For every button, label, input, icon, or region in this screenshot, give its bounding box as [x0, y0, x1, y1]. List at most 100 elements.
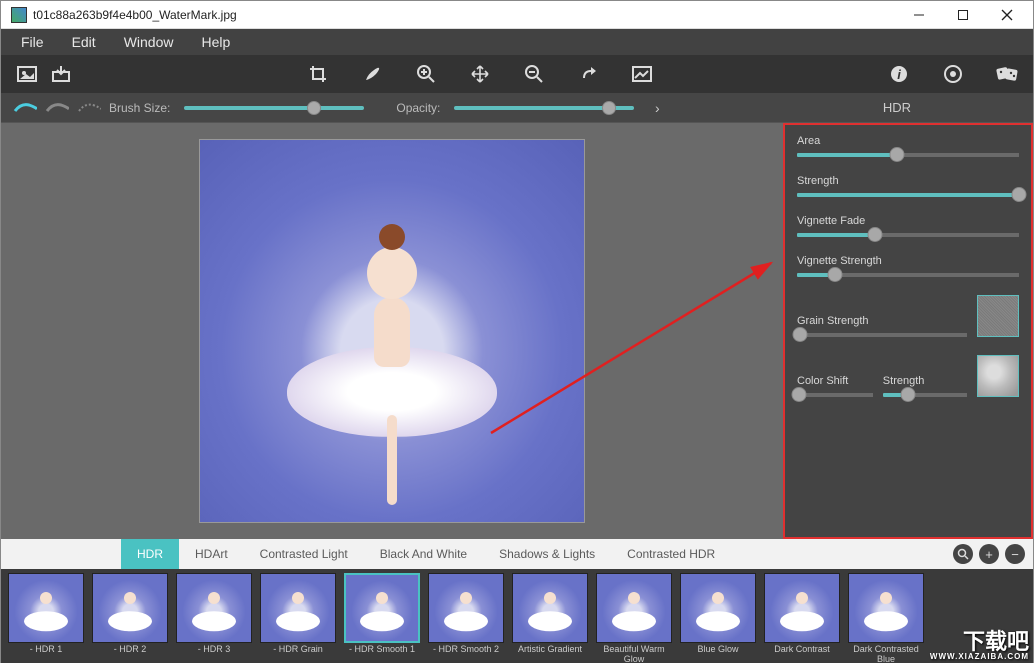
hdr-side-panel: Area Strength Vignette Fade Vignette Str… — [783, 123, 1033, 539]
vignette-fade-label: Vignette Fade — [797, 215, 1019, 227]
brush-size-slider[interactable] — [184, 106, 364, 110]
canvas-pane — [1, 123, 783, 539]
strength-slider[interactable] — [797, 193, 1019, 197]
vignette-fade-slider[interactable] — [797, 233, 1019, 237]
color-shift-label: Color Shift — [797, 375, 873, 387]
preset-label: Artistic Gradient — [518, 645, 582, 663]
panel-title: HDR — [674, 100, 1021, 115]
brush-size-label: Brush Size: — [109, 101, 170, 115]
window-title: t01c88a263b9f4e4b00_WaterMark.jpg — [33, 8, 897, 22]
area-slider[interactable] — [797, 153, 1019, 157]
dice-icon[interactable] — [995, 62, 1019, 86]
watermark-sub: WWW.XIAZAIBA.COM — [930, 653, 1029, 661]
move-icon[interactable] — [468, 62, 492, 86]
tab-hdr[interactable]: HDR — [121, 539, 179, 569]
watermark-main: 下载吧 — [963, 631, 1029, 653]
color-swatch[interactable] — [977, 355, 1019, 397]
preset-item[interactable]: - HDR 2 — [91, 573, 169, 663]
zoom-in-icon[interactable] — [414, 62, 438, 86]
chevron-right-icon[interactable]: › — [648, 100, 666, 116]
vignette-strength-label: Vignette Strength — [797, 255, 1019, 267]
preset-add-icon[interactable]: + — [979, 544, 999, 564]
preset-item[interactable]: Dark Contrasted Blue — [847, 573, 925, 663]
color-strength-label: Strength — [883, 375, 967, 387]
preset-item[interactable]: - HDR 1 — [7, 573, 85, 663]
preset-thumb[interactable] — [764, 573, 840, 643]
preset-item[interactable]: Dark Contrast — [763, 573, 841, 663]
redo-icon[interactable] — [576, 62, 600, 86]
brush-3-icon[interactable] — [77, 99, 101, 117]
preset-label: - HDR 3 — [198, 645, 231, 663]
brush-bar: Brush Size: Opacity: › HDR — [1, 93, 1033, 123]
preset-remove-icon[interactable]: − — [1005, 544, 1025, 564]
menubar: File Edit Window Help — [1, 29, 1033, 55]
area-label: Area — [797, 135, 1019, 147]
settings-icon[interactable] — [941, 62, 965, 86]
color-shift-slider[interactable] — [797, 393, 873, 397]
compare-icon[interactable] — [630, 62, 654, 86]
preset-thumb[interactable] — [428, 573, 504, 643]
menu-help[interactable]: Help — [187, 29, 244, 55]
opacity-slider[interactable] — [454, 106, 634, 110]
close-button[interactable] — [985, 2, 1029, 28]
preset-thumb[interactable] — [512, 573, 588, 643]
preset-item[interactable]: Beautiful Warm Glow — [595, 573, 673, 663]
canvas-image[interactable] — [199, 139, 585, 523]
grain-swatch[interactable] — [977, 295, 1019, 337]
grain-strength-slider[interactable] — [797, 333, 967, 337]
menu-window[interactable]: Window — [110, 29, 188, 55]
preset-thumb[interactable] — [344, 573, 420, 643]
preset-label: Dark Contrast — [774, 645, 830, 663]
tab-hdart[interactable]: HDArt — [179, 539, 244, 569]
zoom-out-icon[interactable] — [522, 62, 546, 86]
preset-thumb[interactable] — [848, 573, 924, 643]
menu-edit[interactable]: Edit — [58, 29, 110, 55]
brush-2-icon[interactable] — [45, 99, 69, 117]
effect-tabs: HDR HDArt Contrasted Light Black And Whi… — [1, 539, 1033, 569]
preset-label: - HDR Grain — [273, 645, 323, 663]
preset-label: - HDR Smooth 2 — [433, 645, 499, 663]
preset-search-icon[interactable] — [953, 544, 973, 564]
preset-thumb[interactable] — [680, 573, 756, 643]
preset-item[interactable]: Blue Glow — [679, 573, 757, 663]
app-icon — [11, 7, 27, 23]
minimize-button[interactable] — [897, 2, 941, 28]
brush-icon[interactable] — [360, 62, 384, 86]
preset-item[interactable]: - HDR 3 — [175, 573, 253, 663]
tab-black-and-white[interactable]: Black And White — [364, 539, 483, 569]
main-area: Area Strength Vignette Fade Vignette Str… — [1, 123, 1033, 539]
preset-item[interactable]: - HDR Grain — [259, 573, 337, 663]
preset-thumb[interactable] — [92, 573, 168, 643]
save-icon[interactable] — [49, 62, 73, 86]
preset-label: Blue Glow — [697, 645, 738, 663]
preset-label: - HDR Smooth 1 — [349, 645, 415, 663]
strength-label: Strength — [797, 175, 1019, 187]
maximize-button[interactable] — [941, 2, 985, 28]
tab-shadows-lights[interactable]: Shadows & Lights — [483, 539, 611, 569]
brush-1-icon[interactable] — [13, 99, 37, 117]
open-image-icon[interactable] — [15, 62, 39, 86]
watermark: 下载吧 WWW.XIAZAIBA.COM — [930, 631, 1029, 661]
preset-label: - HDR 1 — [30, 645, 63, 663]
main-toolbar: i — [1, 55, 1033, 93]
info-icon[interactable]: i — [887, 62, 911, 86]
preset-thumb[interactable] — [260, 573, 336, 643]
crop-icon[interactable] — [306, 62, 330, 86]
preset-thumb[interactable] — [8, 573, 84, 643]
preset-label: Beautiful Warm Glow — [595, 645, 673, 663]
preset-label: Dark Contrasted Blue — [847, 645, 925, 663]
menu-file[interactable]: File — [7, 29, 58, 55]
preset-strip: - HDR 1 - HDR 2 - HDR 3 - HDR Grain - HDR Sm… — [1, 569, 1033, 663]
tab-contrasted-light[interactable]: Contrasted Light — [244, 539, 364, 569]
tab-contrasted-hdr[interactable]: Contrasted HDR — [611, 539, 731, 569]
preset-thumb[interactable] — [596, 573, 672, 643]
preset-item[interactable]: - HDR Smooth 2 — [427, 573, 505, 663]
color-strength-slider[interactable] — [883, 393, 967, 397]
grain-strength-label: Grain Strength — [797, 315, 967, 327]
window-titlebar: t01c88a263b9f4e4b00_WaterMark.jpg — [1, 1, 1033, 29]
preset-item[interactable]: Artistic Gradient — [511, 573, 589, 663]
preset-thumb[interactable] — [176, 573, 252, 643]
vignette-strength-slider[interactable] — [797, 273, 1019, 277]
preset-item[interactable]: - HDR Smooth 1 — [343, 573, 421, 663]
opacity-label: Opacity: — [396, 101, 440, 115]
